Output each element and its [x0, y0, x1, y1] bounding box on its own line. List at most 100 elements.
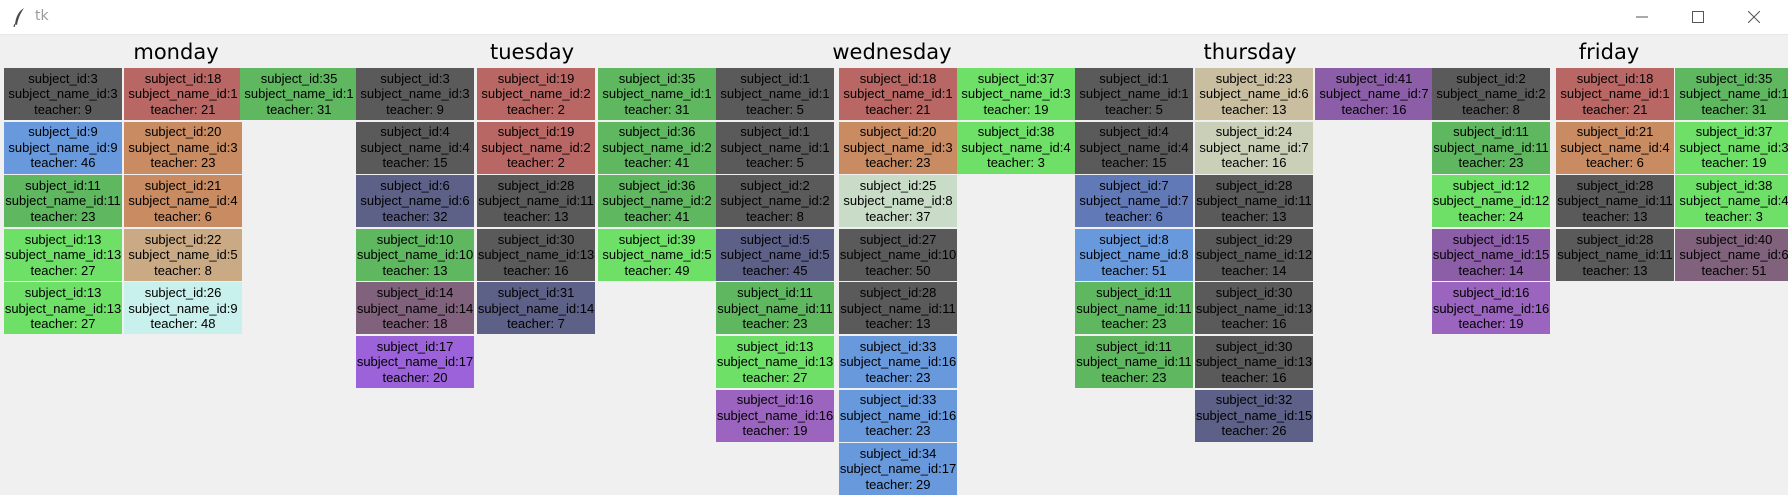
- lesson-cell: subject_id:19 subject_name_id:2 teacher: 2: [477, 121, 595, 174]
- lesson-cell: subject_id:35 subject_name_id:1 teacher: 3…: [1675, 68, 1788, 120]
- lesson-cell: subject_id:39 subject_name_id:5 teacher: 4…: [598, 228, 716, 281]
- lesson-subject: subject_id:26: [144, 285, 222, 301]
- lesson-teacher: teacher: 19: [1701, 155, 1767, 171]
- lesson-subject: subject_id:31: [497, 285, 575, 301]
- lesson-subject-name: subject_name_id:1: [1560, 86, 1670, 102]
- lesson-subject: subject_id:34: [859, 445, 937, 461]
- lesson-subject-name: subject_name_id:1: [128, 86, 238, 102]
- maximize-button[interactable]: [1670, 0, 1726, 34]
- lesson-subject: subject_id:13: [24, 231, 102, 247]
- lesson-subject-name: subject_name_id:13: [716, 354, 834, 370]
- lesson-subject-name: subject_name_id:1: [843, 86, 953, 102]
- lesson-teacher: teacher: 23: [1458, 155, 1524, 171]
- lesson-subject: subject_id:3: [380, 70, 450, 86]
- lesson-subject-name: subject_name_id:12: [1432, 193, 1550, 209]
- lesson-subject-name: subject_name_id:11: [1433, 139, 1549, 155]
- lesson-subject: subject_id:2: [740, 177, 810, 193]
- lesson-teacher: teacher: 8: [1462, 101, 1520, 117]
- lesson-cell: subject_id:16 subject_name_id:16 teacher: …: [1432, 282, 1550, 335]
- lesson-subject: subject_id:30: [497, 231, 575, 247]
- lesson-cell: subject_id:18 subject_name_id:1 teacher: 2…: [1556, 68, 1674, 120]
- lesson-cell: subject_id:31 subject_name_id:14 teacher: …: [477, 282, 595, 335]
- lesson-teacher: teacher: 49: [624, 262, 690, 278]
- lesson-subject-name: subject_name_id:4: [360, 139, 470, 155]
- lesson-teacher: teacher: 48: [150, 316, 216, 332]
- lesson-cell: subject_id:5 subject_name_id:5 teacher: 45: [716, 228, 834, 281]
- lesson-subject: subject_id:1: [740, 124, 810, 140]
- lesson-cell: subject_id:28 subject_name_id:11 teacher: …: [1195, 175, 1313, 228]
- lesson-cell: subject_id:30 subject_name_id:13 teacher: …: [477, 228, 595, 281]
- lesson-subject: subject_id:7: [1099, 177, 1169, 193]
- lesson-subject-name: subject_name_id:1: [1079, 86, 1189, 102]
- minimize-button[interactable]: [1614, 0, 1670, 34]
- lesson-cell: subject_id:2 subject_name_id:2 teacher: 8: [1432, 68, 1550, 120]
- lesson-cell: subject_id:27 subject_name_id:10 teacher: …: [839, 228, 957, 281]
- lesson-cell: subject_id:38 subject_name_id:4 teacher: 3: [957, 121, 1075, 174]
- lesson-teacher: teacher: 16: [1221, 155, 1287, 171]
- lesson-subject: subject_id:33: [859, 338, 937, 354]
- lesson-subject: subject_id:25: [859, 177, 937, 193]
- lesson-subject-name: subject_name_id:3: [128, 139, 238, 155]
- maximize-icon: [1692, 11, 1704, 23]
- lesson-cell: subject_id:28 subject_name_id:11 teacher: …: [1556, 175, 1674, 228]
- lesson-teacher: teacher: 7: [507, 316, 565, 332]
- lesson-subject: subject_id:20: [859, 124, 937, 140]
- lesson-teacher: teacher: 16: [503, 262, 569, 278]
- lesson-cell: subject_id:11 subject_name_id:11 teacher: …: [1432, 121, 1550, 174]
- lesson-cell: subject_id:22 subject_name_id:5 teacher: 8: [124, 228, 242, 281]
- lesson-subject-name: subject_name_id:11: [840, 300, 956, 316]
- lesson-subject-name: subject_name_id:7: [1079, 193, 1189, 209]
- lesson-subject-name: subject_name_id:11: [1196, 193, 1312, 209]
- lesson-subject-name: subject_name_id:1: [720, 86, 830, 102]
- lesson-teacher: teacher: 23: [1101, 316, 1167, 332]
- lesson-cell: subject_id:12 subject_name_id:12 teacher: …: [1432, 175, 1550, 228]
- lesson-teacher: teacher: 5: [746, 155, 804, 171]
- close-button[interactable]: [1726, 0, 1782, 34]
- lesson-subject-name: subject_name_id:7: [1199, 139, 1309, 155]
- lesson-subject-name: subject_name_id:12: [1195, 247, 1313, 263]
- lesson-teacher: teacher: 14: [1458, 262, 1524, 278]
- timetable: monday tuesday wednesday thursday friday…: [0, 34, 1788, 495]
- feather-icon: [12, 7, 28, 28]
- lesson-subject-name: subject_name_id:16: [839, 354, 957, 370]
- lesson-subject: subject_id:10: [376, 231, 454, 247]
- lesson-subject-name: subject_name_id:16: [839, 407, 957, 423]
- lesson-cell: subject_id:28 subject_name_id:11 teacher: …: [1556, 228, 1674, 281]
- lesson-teacher: teacher: 2: [507, 155, 565, 171]
- lesson-subject: subject_id:21: [1576, 124, 1654, 140]
- lesson-subject: subject_id:30: [1215, 285, 1293, 301]
- lesson-teacher: teacher: 13: [1221, 208, 1287, 224]
- lesson-teacher: teacher: 19: [1458, 316, 1524, 332]
- lesson-teacher: teacher: 24: [1458, 208, 1524, 224]
- day-header-friday: friday: [1578, 40, 1640, 64]
- lesson-cell: subject_id:20 subject_name_id:3 teacher: 2…: [839, 121, 957, 174]
- lesson-subject-name: subject_name_id:6: [1679, 247, 1788, 263]
- lesson-teacher: teacher: 5: [746, 101, 804, 117]
- lesson-cell: subject_id:38 subject_name_id:4 teacher: 3: [1675, 175, 1788, 228]
- lesson-cell: subject_id:13 subject_name_id:13 teacher: …: [4, 228, 122, 281]
- lesson-cell: subject_id:35 subject_name_id:1 teacher: 3…: [240, 68, 358, 120]
- lesson-subject: subject_id:18: [1576, 70, 1654, 86]
- lesson-subject-name: subject_name_id:13: [1195, 300, 1313, 316]
- lesson-subject-name: subject_name_id:17: [839, 461, 957, 477]
- lesson-subject-name: subject_name_id:13: [4, 300, 122, 316]
- lesson-subject: subject_id:16: [736, 392, 814, 408]
- lesson-subject: subject_id:18: [859, 70, 937, 86]
- lesson-teacher: teacher: 13: [382, 262, 448, 278]
- lesson-teacher: teacher: 23: [1101, 369, 1167, 385]
- lesson-teacher: teacher: 23: [150, 155, 216, 171]
- lesson-cell: subject_id:26 subject_name_id:9 teacher: 4…: [124, 282, 242, 335]
- lesson-cell: subject_id:14 subject_name_id:14 teacher: …: [356, 282, 474, 335]
- lesson-subject: subject_id:32: [1215, 392, 1293, 408]
- lesson-subject: subject_id:17: [376, 338, 454, 354]
- lesson-teacher: teacher: 31: [266, 101, 332, 117]
- lesson-subject-name: subject_name_id:2: [602, 193, 712, 209]
- lesson-subject-name: subject_name_id:1: [244, 86, 354, 102]
- lesson-subject: subject_id:4: [380, 124, 450, 140]
- lesson-subject: subject_id:3: [28, 70, 98, 86]
- lesson-subject: subject_id:40: [1695, 231, 1773, 247]
- lesson-cell: subject_id:23 subject_name_id:6 teacher: 1…: [1195, 68, 1313, 120]
- lesson-teacher: teacher: 23: [742, 316, 808, 332]
- lesson-subject-name: subject_name_id:15: [1432, 247, 1550, 263]
- lesson-cell: subject_id:13 subject_name_id:13 teacher: …: [4, 282, 122, 335]
